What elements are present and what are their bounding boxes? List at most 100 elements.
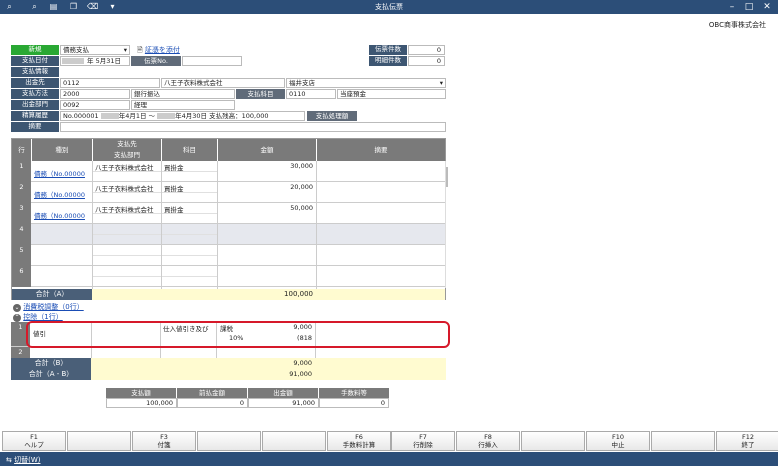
account-name: 当座預金 xyxy=(337,89,446,99)
total-a-value: 100,000 xyxy=(284,290,313,298)
fkey-button[interactable]: F6 手数料計算 xyxy=(327,431,391,451)
detail-grid: 行 種別 支払先 支払部門 科目 金額 摘要 1 債務（No.00000 八王子… xyxy=(11,138,448,300)
company-name: OBC商事株式会社 xyxy=(708,21,766,29)
close-icon[interactable]: ✕ xyxy=(760,1,774,13)
fkey-label: 終了 xyxy=(741,441,755,449)
fkey-key: F7 xyxy=(419,433,427,441)
fkey-button[interactable] xyxy=(262,431,326,451)
search-plus-icon[interactable]: ⌕ xyxy=(4,2,15,12)
total-a-label: 合計（A） xyxy=(12,289,92,300)
header-account: 科目 xyxy=(162,139,217,161)
header-row-no: 行 xyxy=(12,139,31,161)
fkey-key: F1 xyxy=(30,433,38,441)
row-amount[interactable]: 20,000 xyxy=(218,183,316,191)
fkey-key: F12 xyxy=(741,433,754,441)
voucher-count: 0 xyxy=(408,45,445,55)
summary-paid: 100,000 xyxy=(106,398,177,408)
account-code[interactable]: 0110 xyxy=(286,89,336,99)
maximize-icon[interactable]: □ xyxy=(742,1,756,13)
fkey-key: F3 xyxy=(160,433,168,441)
account-button[interactable]: 支払科目 xyxy=(236,89,285,99)
header-payee-dept: 支払部門 xyxy=(93,150,161,161)
header-memo: 摘要 xyxy=(317,139,445,161)
fkey-label: 中止 xyxy=(611,441,625,449)
fkey-button[interactable] xyxy=(197,431,261,451)
header-payee: 支払先 xyxy=(93,139,161,150)
row-number: 5 xyxy=(12,245,31,266)
grid-scrollbar[interactable] xyxy=(446,167,448,187)
fkey-button[interactable]: F8 行挿入 xyxy=(456,431,520,451)
status-bar: ⇆ 切替(W) xyxy=(0,452,778,466)
trash-icon[interactable]: ⌫ xyxy=(87,2,98,12)
print-icon[interactable]: ▤ xyxy=(48,2,59,12)
total-ab-value: 91,000 xyxy=(289,370,312,378)
fkey-button[interactable] xyxy=(651,431,715,451)
chevron-up-icon: ⌃ xyxy=(13,314,21,322)
row-number: 1 xyxy=(12,161,31,182)
row-number: 6 xyxy=(12,266,31,287)
attach-icon: 🗎 xyxy=(137,46,143,54)
date-year-mask xyxy=(62,58,84,64)
fkey-label: 行挿入 xyxy=(478,441,498,449)
payee-code[interactable]: 0112 xyxy=(60,78,160,88)
fkey-label: ヘルプ xyxy=(24,441,44,449)
row-amount[interactable]: 50,000 xyxy=(218,204,316,212)
fkey-button[interactable]: F7 行削除 xyxy=(391,431,455,451)
copy-icon[interactable]: ❐ xyxy=(68,2,79,12)
total-b-label: 合計（B） xyxy=(11,358,91,369)
voucher-no-button[interactable]: 伝票No. xyxy=(131,56,181,66)
payee-branch-select[interactable]: 福井支店 ▾ xyxy=(286,78,446,88)
minimize-icon[interactable]: – xyxy=(725,1,739,13)
total-b-value: 9,000 xyxy=(293,359,312,367)
voucher-count-label: 伝票件数 xyxy=(369,45,407,55)
row-amount[interactable]: 30,000 xyxy=(218,162,316,170)
row-number: 3 xyxy=(12,203,31,224)
summary-header: 出金額 xyxy=(248,388,318,398)
summary-header: 支払額 xyxy=(106,388,176,398)
settle-label: 精算履歴 xyxy=(11,111,59,121)
fkey-label: 付箋 xyxy=(157,441,171,449)
summary-out: 91,000 xyxy=(248,398,319,408)
deduct-row-no: 2 xyxy=(11,347,30,358)
dept-label: 出金部門 xyxy=(11,100,59,110)
header-type: 種別 xyxy=(32,139,92,161)
memo-label: 摘要 xyxy=(11,122,59,132)
switch-button[interactable]: ⇆ 切替(W) xyxy=(6,455,41,465)
settle-from-mask xyxy=(100,113,119,119)
detail-count-label: 明細件数 xyxy=(369,56,407,66)
row-number: 2 xyxy=(12,182,31,203)
payee-label: 出金先 xyxy=(11,78,59,88)
title-bar: 支払伝票 ⌕ ⌕ ▤ ❐ ⌫ ▾ – □ ✕ xyxy=(0,0,778,14)
fkey-button[interactable] xyxy=(521,431,585,451)
method-code[interactable]: 2000 xyxy=(60,89,130,99)
dropdown-icon[interactable]: ▾ xyxy=(107,2,118,12)
payee-name: 八王子衣料株式会社 xyxy=(161,78,285,88)
fkey-label: 手数料計算 xyxy=(342,441,376,449)
memo-field[interactable] xyxy=(60,122,446,132)
settle-button[interactable]: 支払処理額 xyxy=(307,111,357,121)
fkey-button[interactable]: F12 終了 xyxy=(716,431,778,451)
fkey-key: F6 xyxy=(355,433,363,441)
row-type-link[interactable]: 債務（No.00000 xyxy=(34,189,85,199)
row-type-link[interactable]: 債務（No.00000 xyxy=(34,168,85,178)
chevron-down-icon: ⌄ xyxy=(13,304,21,312)
tax-section-toggle[interactable]: ⌄ 消費税調整（0行） xyxy=(13,302,84,312)
total-ab-label: 合計（A - B） xyxy=(11,369,91,380)
fkey-button[interactable] xyxy=(67,431,131,451)
fkey-key: F10 xyxy=(611,433,624,441)
info-label: 支払情報 xyxy=(11,67,59,77)
settle-field: No.000001 年4月1日 〜 年4月30日 支払残高：100,000 xyxy=(60,111,305,121)
fkey-button[interactable]: F10 中止 xyxy=(586,431,650,451)
search-icon[interactable]: ⌕ xyxy=(29,2,40,12)
fkey-button[interactable]: F3 付箋 xyxy=(132,431,196,451)
dept-code[interactable]: 0092 xyxy=(60,100,130,110)
summary-fee: 0 xyxy=(319,398,389,408)
dept-name: 経理 xyxy=(131,100,235,110)
fkey-button[interactable]: F1 ヘルプ xyxy=(2,431,66,451)
header-amount: 金額 xyxy=(218,139,316,161)
voucher-no-field[interactable] xyxy=(182,56,242,66)
fkey-label: 行削除 xyxy=(413,441,433,449)
entry-type-select[interactable]: 債務支払 ▾ xyxy=(60,45,130,55)
row-type-link[interactable]: 債務（No.00000 xyxy=(34,210,85,220)
new-badge: 新規 xyxy=(11,45,59,55)
